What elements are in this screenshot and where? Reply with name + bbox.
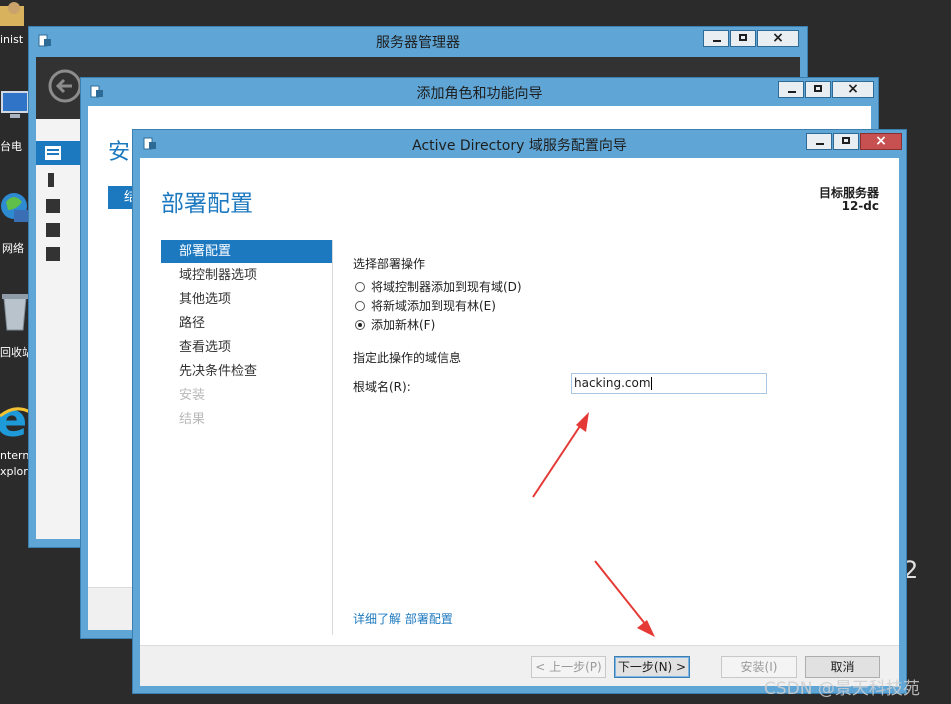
- annotation-arrows: [532, 412, 655, 637]
- annotation-arrow-to-next-button: [594, 560, 655, 637]
- annotation-arrow-to-domain-field: [532, 412, 589, 498]
- watermark: CSDN @景天科技苑: [764, 679, 920, 699]
